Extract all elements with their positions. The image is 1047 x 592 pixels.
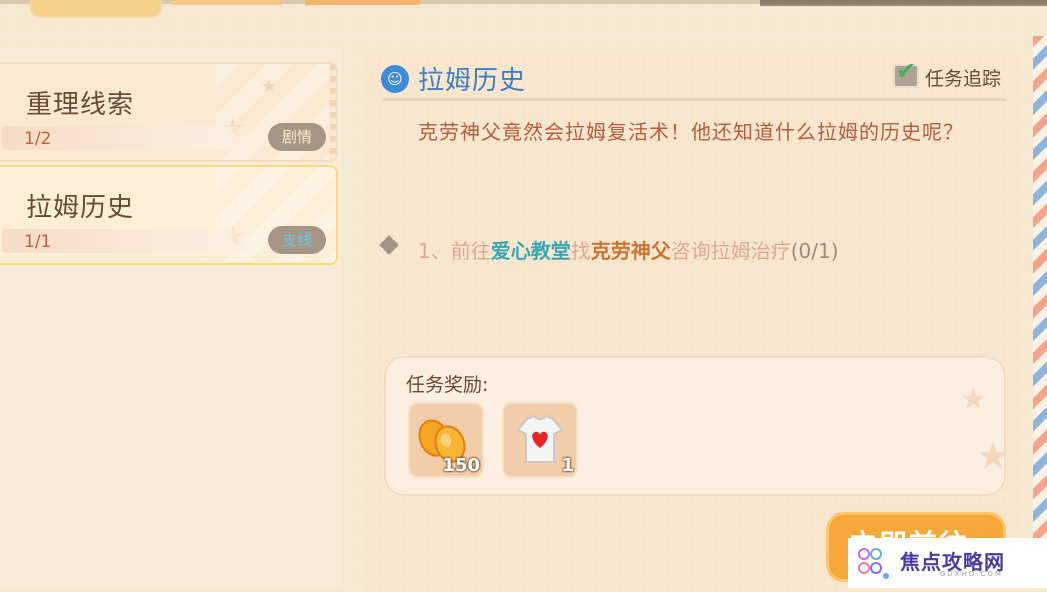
top-tab[interactable] [305,0,420,5]
top-scene-strip [760,0,1047,6]
task-progress: 1/2 [24,129,52,149]
top-tab[interactable] [172,0,282,5]
reward-label: 任务奖励: [406,374,489,396]
watermark: 焦点攻略网 GDXHD.COM [848,538,1047,588]
watermark-subtext: GDXHD.COM [940,570,1003,578]
task-list: ★ ★ 重理线索 1/2 剧情 ★ 拉姆历史 1/1 支线 [0,48,342,588]
task-item-ram-history[interactable]: ★ 拉姆历史 1/1 支线 [0,165,338,265]
task-description: 克劳神父竟然会拉姆复活术！他还知道什么拉姆的历史呢？ [418,120,964,144]
reward-item-mole-beans[interactable]: 150 [408,402,484,478]
divider [382,98,1006,101]
task-title: 重理线索 [26,90,135,120]
envelope-border-decoration [1033,36,1047,588]
task-type-badge: 支线 [268,226,326,254]
watermark-logo-icon [858,548,889,579]
reward-item-tshirt[interactable]: 1 [502,402,578,478]
task-item-clue[interactable]: ★ ★ 重理线索 1/2 剧情 [0,62,338,162]
star-decoration-icon: ★ [960,382,987,417]
star-decoration-icon: ★ [261,76,278,97]
objective-npc-link[interactable]: 克劳神父 [591,239,671,263]
star-decoration-icon: ★ [976,434,1011,478]
reward-count: 1 [561,455,574,476]
reward-box: 任务奖励: ★ ★ 150 1 [384,356,1010,496]
quest-face-icon: ☺ [381,65,409,93]
task-progress: 1/1 [24,232,52,252]
top-tab-active[interactable] [30,0,162,18]
objective-location-link[interactable]: 爱心教堂 [491,239,571,263]
reward-count: 150 [442,455,480,476]
track-label[interactable]: 任务追踪 [925,64,1001,91]
objective-count: (0/1) [790,239,839,263]
checkmark-icon: ✔ [896,57,917,85]
card-edge-decoration [330,64,336,160]
task-type-badge: 剧情 [268,123,326,151]
task-title: 拉姆历史 [26,193,135,223]
task-objective: 1、前往爱心教堂找克劳神父咨询拉姆治疗(0/1) [418,239,839,263]
detail-title: 拉姆历史 [418,66,527,96]
task-detail-panel: ☺ 拉姆历史 ✔ 任务追踪 克劳神父竟然会拉姆复活术！他还知道什么拉姆的历史呢？… [362,52,1022,592]
